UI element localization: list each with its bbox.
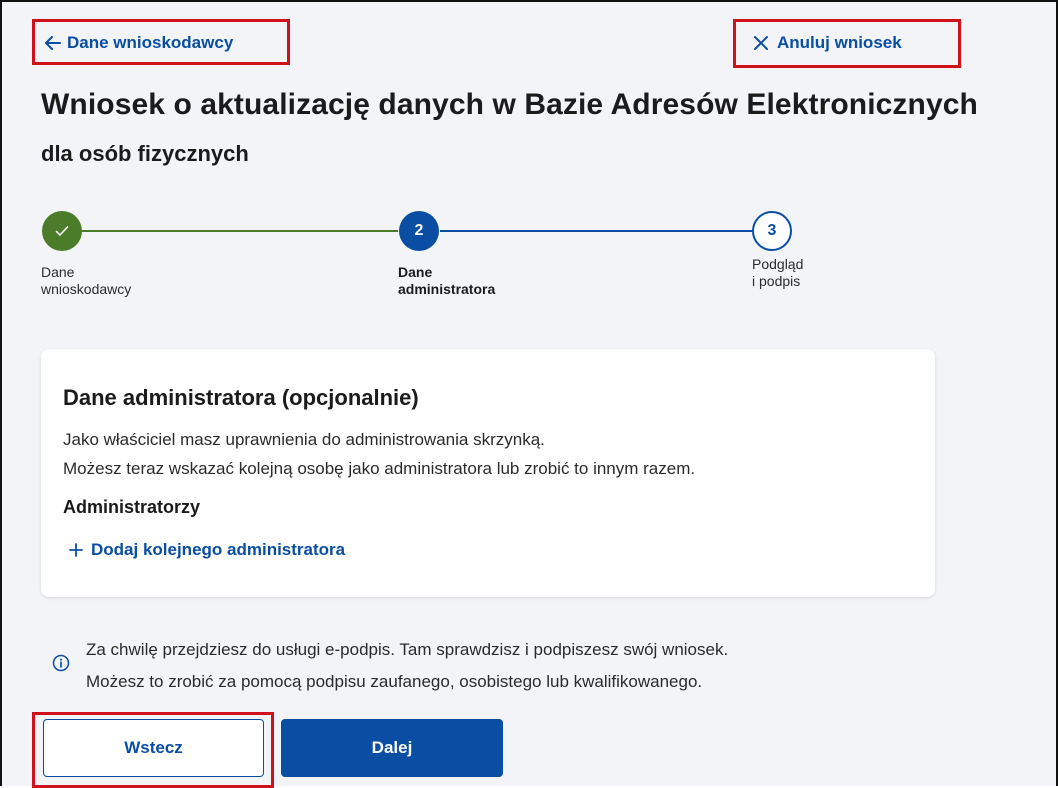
info-icon — [52, 654, 70, 672]
step-1-circle — [42, 211, 82, 251]
page-title: Wniosek o aktualizację danych w Bazie Ad… — [41, 88, 978, 121]
step-2-label: Dane administratora — [398, 264, 495, 298]
card-text-line2: Możesz teraz wskazać kolejną osobę jako … — [63, 459, 696, 478]
step-3-circle: 3 — [752, 211, 792, 251]
stepper-line-done — [82, 230, 398, 232]
step-2-label-line2: administratora — [398, 281, 496, 297]
highlight-back-button — [32, 712, 274, 788]
highlight-cancel-link — [733, 19, 961, 68]
add-admin-label: Dodaj kolejnego administratora — [91, 540, 346, 559]
step-1-label-line1: Dane — [41, 264, 75, 280]
highlight-back-link — [32, 19, 290, 65]
page-frame: Dane wnioskodawcy Anuluj wniosek Wniosek… — [0, 0, 1058, 788]
next-button[interactable]: Dalej — [281, 719, 503, 777]
stepper-line-todo — [440, 230, 752, 232]
step-2-circle: 2 — [399, 211, 439, 251]
step-3-label: Podgląd i podpis — [752, 256, 803, 290]
step-3-label-line1: Podgląd — [752, 256, 804, 272]
step-2-label-line1: Dane — [398, 264, 433, 280]
card-title: Dane administratora (opcjonalnie) — [63, 385, 419, 410]
plus-icon — [69, 543, 83, 557]
card-text-line1: Jako właściciel masz uprawnienia do admi… — [63, 430, 545, 449]
add-admin-link[interactable]: Dodaj kolejnego administratora — [69, 540, 345, 560]
info-text-line2: Możesz to zrobić za pomocą podpisu zaufa… — [86, 672, 703, 691]
step-2-number: 2 — [414, 222, 424, 239]
check-icon — [55, 226, 69, 236]
page-subtitle: dla osób fizycznych — [41, 141, 249, 166]
step-3-label-line2: i podpis — [752, 273, 801, 289]
admin-data-card: Dane administratora (opcjonalnie) Jako w… — [41, 349, 935, 597]
info-text-line1: Za chwilę przejdziesz do usługi e-podpis… — [86, 640, 729, 659]
step-1-label: Dane wnioskodawcy — [41, 264, 131, 298]
step-1-label-line2: wnioskodawcy — [41, 281, 132, 297]
admins-section-title: Administratorzy — [63, 497, 201, 517]
step-3-number: 3 — [767, 222, 777, 239]
